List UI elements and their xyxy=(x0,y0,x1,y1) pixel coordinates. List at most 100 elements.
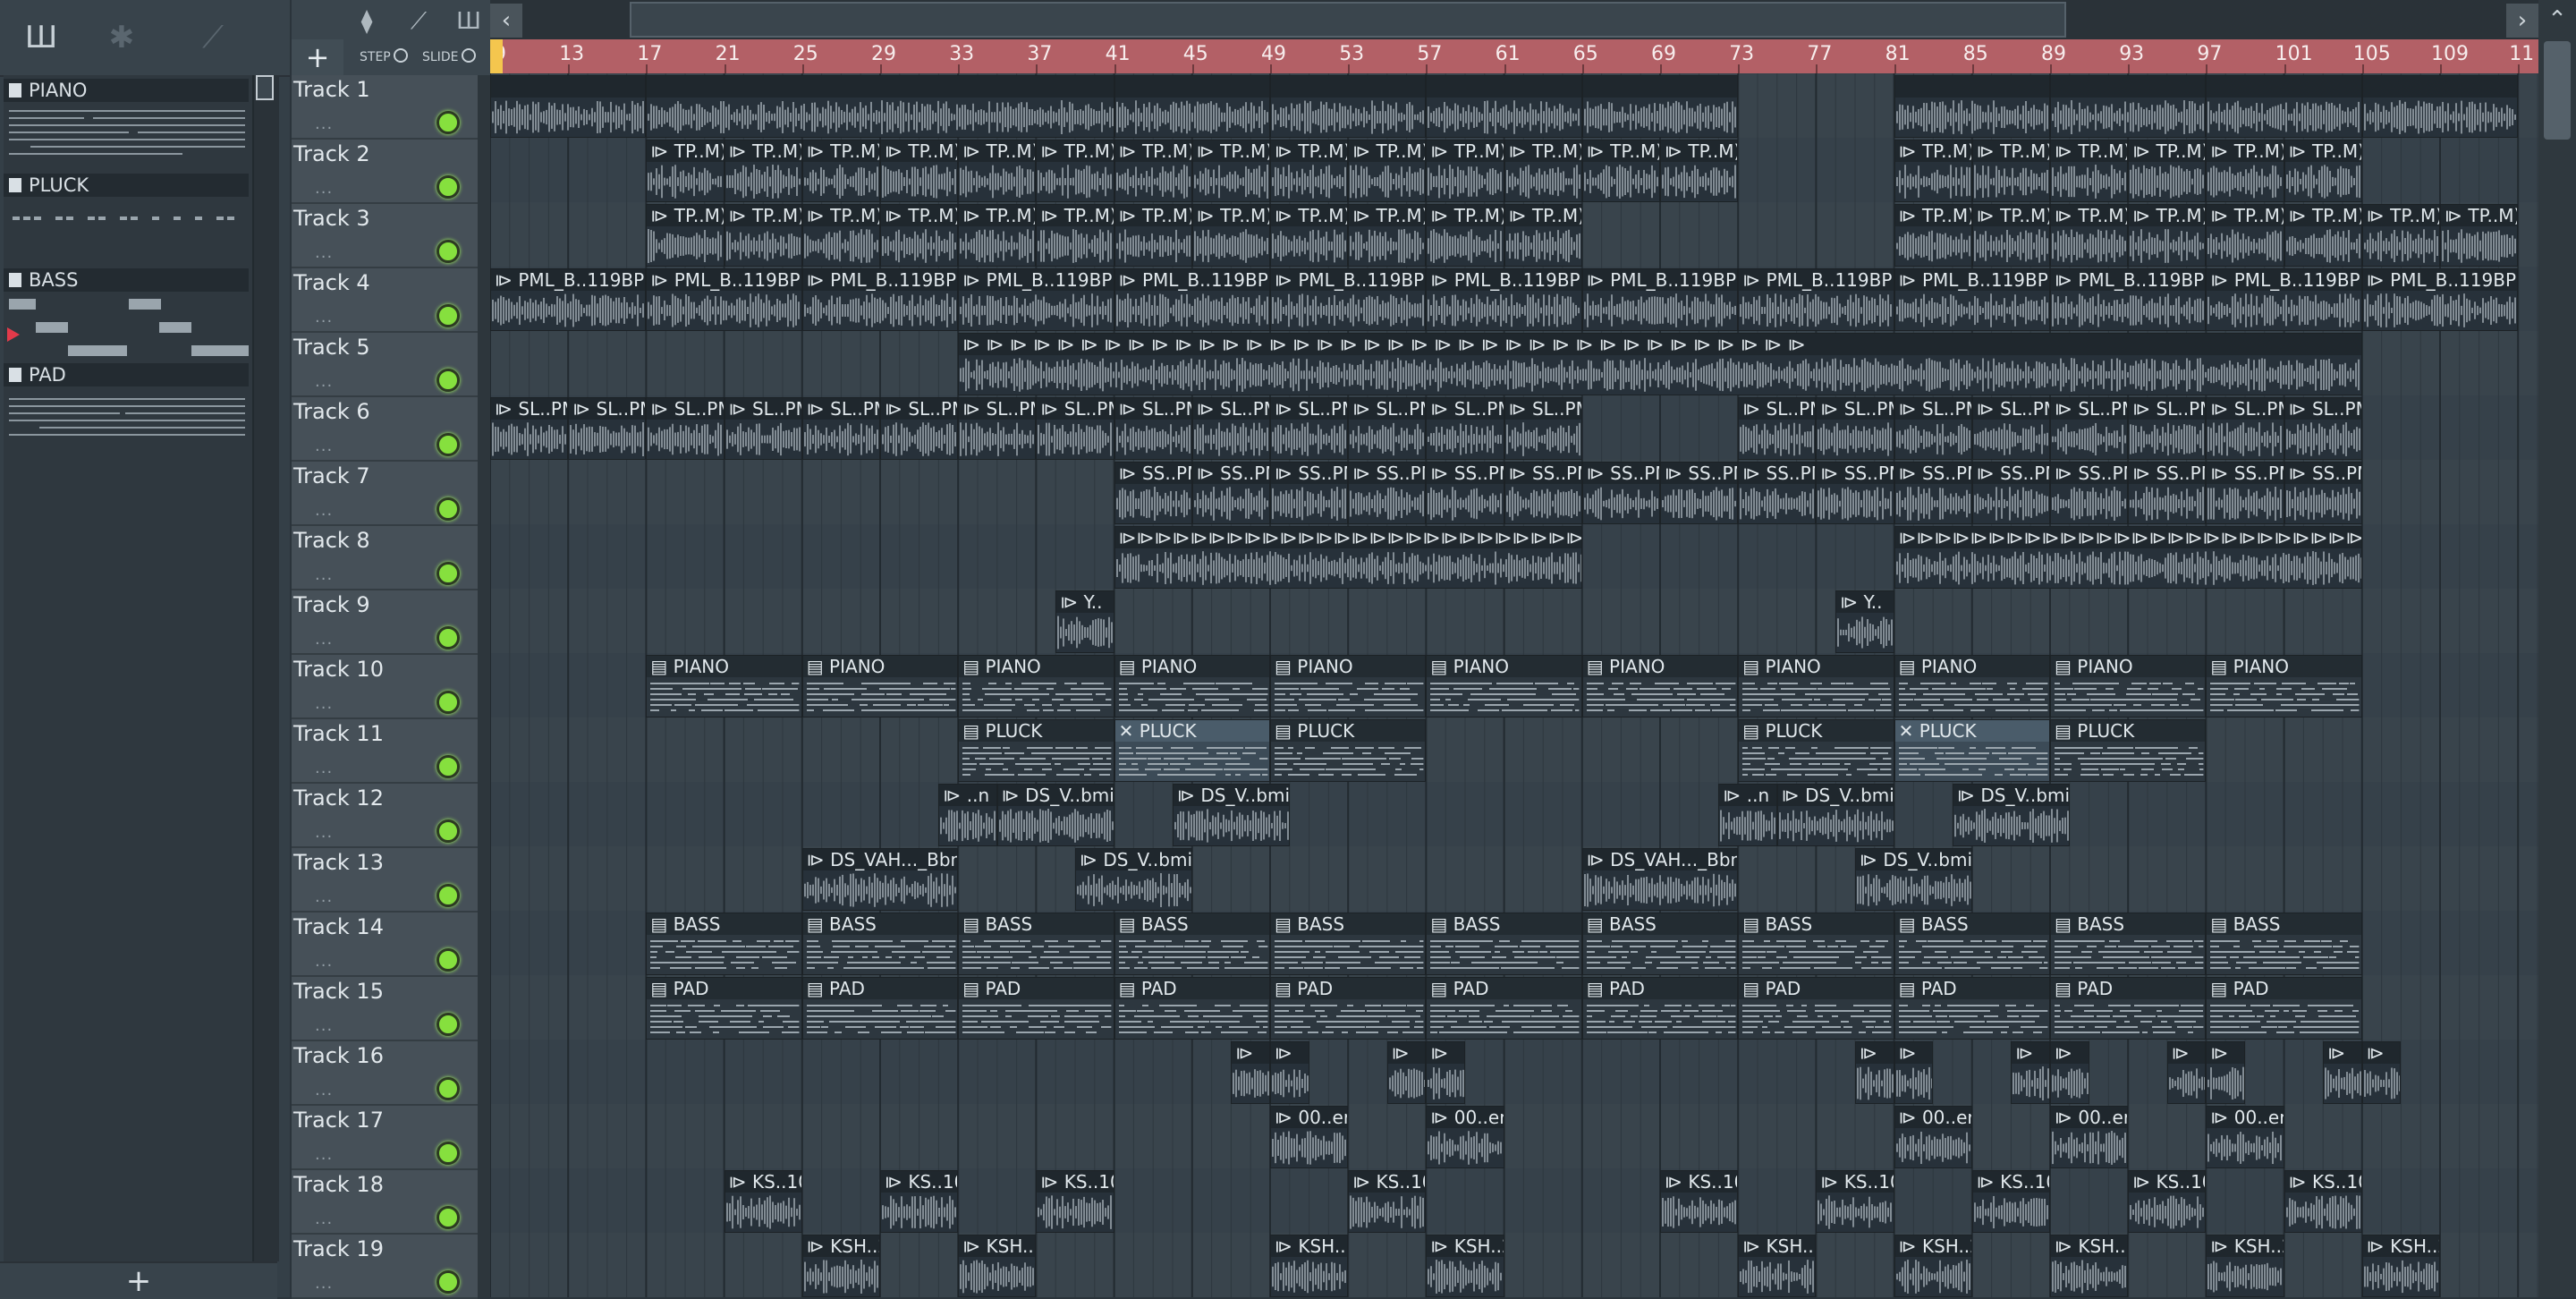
pattern-clip[interactable]: ▤ PAD xyxy=(1270,977,1426,1040)
scroll-up-icon[interactable]: ⌃ xyxy=(2538,0,2576,39)
audio-clip[interactable]: ⧐ xyxy=(1894,1041,1934,1104)
pattern-clip[interactable]: ▤ PIANO xyxy=(1894,655,2050,717)
pattern-clip[interactable]: ▤ PLUCK xyxy=(958,719,1114,782)
audio-clip[interactable]: ⧐ SL..PM xyxy=(2050,397,2128,460)
audio-clip[interactable]: ⧐ TP..M) xyxy=(1036,140,1114,202)
track-mute-led[interactable] xyxy=(436,884,460,907)
picker-pattern-piano[interactable]: PIANO xyxy=(4,79,249,170)
audio-clip[interactable]: ⧐ TP..M) xyxy=(646,140,724,202)
audio-clip[interactable]: ⧐ PML_B..119BPM xyxy=(490,268,646,331)
pattern-clip[interactable]: ▤ PAD xyxy=(646,977,801,1040)
pattern-clip[interactable]: ▤ PAD xyxy=(2050,977,2206,1040)
audio-clip[interactable]: ⧐ SL..PM xyxy=(1504,397,1582,460)
audio-clip[interactable]: ⧐ SS..PM xyxy=(1894,462,1972,524)
pattern-clip[interactable]: ▤ PIANO xyxy=(2206,655,2361,717)
track-mute-led[interactable] xyxy=(436,691,460,714)
audio-clip[interactable]: ⧐ DS_V..bmin xyxy=(1777,784,1894,846)
audio-clip[interactable]: ⧐ SS..PM xyxy=(1114,462,1192,524)
bar-ruler[interactable]: 9131721252933374145495357616569737781858… xyxy=(490,39,2538,73)
pattern-clip[interactable]: ▤ BASS xyxy=(802,913,958,975)
picker-add-button[interactable]: + xyxy=(0,1261,277,1299)
audio-clip[interactable]: ⧐ SL..PM xyxy=(2128,397,2206,460)
audio-clip[interactable]: ⧐ PML_B..119BPM xyxy=(1894,268,2050,331)
pattern-clip[interactable]: ▤ BASS xyxy=(2050,913,2206,975)
audio-clip[interactable]: ⧐ 00..er xyxy=(1426,1106,1504,1168)
audio-clip[interactable]: ⧐ DS_VAH..._Bbmin xyxy=(802,848,958,911)
audio-clip[interactable]: ⧐ KS..10 xyxy=(1348,1170,1426,1233)
track-header[interactable]: Track 6... xyxy=(292,397,478,462)
track-header[interactable]: Track 3... xyxy=(292,204,478,268)
audio-clip[interactable]: ⧐ TP..M) xyxy=(1348,140,1426,202)
audio-clip[interactable]: ⧐ SL..PM xyxy=(2284,397,2362,460)
track-header[interactable]: Track 14... xyxy=(292,913,478,977)
audio-clip[interactable]: ⧐ TP..M) xyxy=(724,204,802,267)
audio-clip[interactable]: ⧐ DS_V..bmin xyxy=(1953,784,2070,846)
audio-clip[interactable]: ⧐ SL..PM xyxy=(1192,397,1270,460)
audio-clip[interactable] xyxy=(2206,75,2361,138)
audio-clip[interactable]: ⧐ TP..M) xyxy=(2128,204,2206,267)
pattern-clip[interactable]: ▤ PIANO xyxy=(1114,655,1270,717)
audio-clip[interactable]: ⧐ TP..M) xyxy=(880,140,958,202)
audio-clip[interactable]: ⧐ ..n xyxy=(938,784,996,846)
track-mute-led[interactable] xyxy=(436,819,460,843)
track-header[interactable]: Track 4... xyxy=(292,268,478,333)
track-mute-led[interactable] xyxy=(436,948,460,972)
audio-clip[interactable]: ⧐ PML_B..119BPM xyxy=(1582,268,1738,331)
audio-clip[interactable]: ⧐ SL..PM xyxy=(646,397,724,460)
audio-clip-icon[interactable]: ✱ xyxy=(97,20,147,55)
audio-clip[interactable]: ⧐ TP..M) xyxy=(1426,140,1504,202)
audio-clip[interactable]: ⧐ KS..10 xyxy=(1972,1170,2050,1233)
audio-clip[interactable]: ⧐ SL..PM xyxy=(490,397,568,460)
audio-clip[interactable] xyxy=(1894,75,2050,138)
audio-clip[interactable]: ⧐ KS..10 xyxy=(1036,1170,1114,1233)
audio-clip[interactable]: ⧐ Y.. xyxy=(1055,590,1114,653)
picker-pattern-bass[interactable]: BASS xyxy=(4,268,249,360)
audio-clip[interactable]: ⧐ KS..10 xyxy=(1816,1170,1894,1233)
audio-clip[interactable]: ⧐ TP..M) xyxy=(802,140,880,202)
audio-clip[interactable]: ⧐ xyxy=(2323,1041,2362,1104)
audio-clip[interactable]: ⧐ SS..PM xyxy=(2284,462,2362,524)
pattern-clip[interactable]: ▤ BASS xyxy=(958,913,1114,975)
track-mute-led[interactable] xyxy=(436,240,460,263)
audio-clip[interactable]: ⧐ xyxy=(1855,1041,1894,1104)
piano-roll-icon[interactable]: Ш xyxy=(16,20,66,55)
pattern-clip[interactable]: ▤ PAD xyxy=(2206,977,2361,1040)
audio-clip[interactable] xyxy=(1582,75,1738,138)
track-mute-led[interactable] xyxy=(436,111,460,134)
pattern-clip[interactable]: ▤ BASS xyxy=(1738,913,1894,975)
scroll-right-button[interactable]: › xyxy=(2506,4,2538,38)
audio-clip[interactable]: ⧐ TP..M) xyxy=(1270,204,1348,267)
audio-clip[interactable]: ⧐ SS..PM xyxy=(1660,462,1738,524)
track-header[interactable]: Track 1... xyxy=(292,75,478,140)
pattern-clip[interactable]: ▤ BASS xyxy=(1270,913,1426,975)
pattern-clip[interactable]: ▤ PIANO xyxy=(1738,655,1894,717)
track-mute-led[interactable] xyxy=(436,304,460,327)
audio-clip[interactable]: ⧐ DS_V..bmin xyxy=(1855,848,1972,911)
audio-clip[interactable]: ⧐ TP..M) xyxy=(1036,204,1114,267)
pattern-clip[interactable]: ▤ BASS xyxy=(646,913,801,975)
pattern-clip[interactable]: ▤ PIANO xyxy=(2050,655,2206,717)
audio-clip[interactable]: ⧐ xyxy=(1231,1041,1270,1104)
pattern-clip[interactable]: ▤ BASS xyxy=(1894,913,2050,975)
track-mute-led[interactable] xyxy=(436,175,460,199)
audio-clip[interactable]: ⧐ SS..PM xyxy=(1582,462,1660,524)
audio-clip[interactable]: ⧐ xyxy=(2167,1041,2207,1104)
pattern-clip[interactable]: ▤ BASS xyxy=(1582,913,1738,975)
track-mute-led[interactable] xyxy=(436,1270,460,1294)
audio-clip[interactable]: ⧐ PML_B..119BPM xyxy=(2050,268,2206,331)
pattern-clip[interactable]: ▤ PAD xyxy=(1114,977,1270,1040)
draw-tool-icon[interactable]: ⟋ xyxy=(399,5,438,38)
audio-clip[interactable]: ⧐ PML_B..119BPM xyxy=(1738,268,1894,331)
audio-clip[interactable]: ⧐ KS..10 xyxy=(2284,1170,2362,1233)
audio-clip[interactable]: ⧐ KS..10 xyxy=(2128,1170,2206,1233)
audio-clip[interactable]: ⧐ KSH..2 xyxy=(1738,1235,1816,1297)
track-header[interactable]: Track 11... xyxy=(292,719,478,784)
audio-clip[interactable]: ⧐ TP..M) xyxy=(1972,204,2050,267)
audio-clip[interactable]: ⧐ SL..PM xyxy=(1426,397,1504,460)
track-header[interactable]: Track 9... xyxy=(292,590,478,655)
track-mute-led[interactable] xyxy=(436,1142,460,1165)
audio-clip[interactable]: ⧐ KSH..2 xyxy=(2050,1235,2128,1297)
audio-clip[interactable]: ⧐ xyxy=(2011,1041,2050,1104)
audio-clip[interactable]: ⧐ SS..PM xyxy=(1348,462,1426,524)
audio-clip[interactable]: ⧐ TP..M) xyxy=(2284,140,2362,202)
